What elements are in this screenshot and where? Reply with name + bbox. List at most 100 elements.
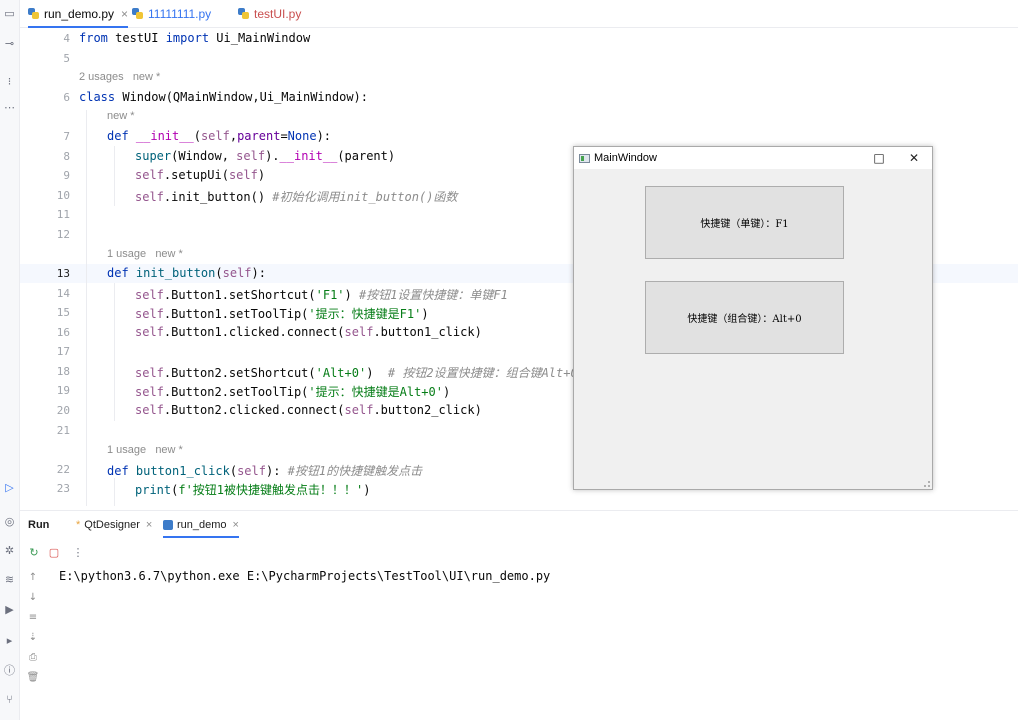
tab-label: run_demo.py xyxy=(44,6,115,21)
run-icon[interactable]: ▷ xyxy=(2,480,17,495)
close-icon[interactable]: × xyxy=(146,519,152,531)
console-output-command: E:\python3.6.7\python.exe E:\PycharmProj… xyxy=(59,569,551,583)
tab-label: testUI.py xyxy=(254,6,302,21)
tab-11111111[interactable]: 11111111.py xyxy=(132,0,211,27)
tab-label: 11111111.py xyxy=(148,6,212,21)
folder-icon[interactable]: ▭ xyxy=(2,6,17,21)
code-token: ( xyxy=(193,129,201,143)
code-token: parent xyxy=(237,129,281,143)
code-token: ) xyxy=(363,483,371,497)
code-line-10: self.init_button() #初始化调用init_button()函数 xyxy=(135,188,457,205)
resize-grip-icon[interactable] xyxy=(924,481,930,487)
window-title-bar[interactable]: MainWindow □ ✕ xyxy=(574,147,932,169)
code-token: self xyxy=(200,129,230,143)
scroll-up-icon[interactable]: ↑ xyxy=(26,570,40,584)
code-token: self xyxy=(135,168,164,182)
git-icon[interactable]: ⑂ xyxy=(2,692,17,707)
code-token: init_button xyxy=(135,266,216,280)
code-token: '提示：快捷键是Alt+0' xyxy=(308,385,443,399)
python-file-icon xyxy=(132,8,143,19)
shortcut-f1-button[interactable]: 快捷键（单键）：F1 xyxy=(645,186,844,259)
editor-tab-bar: run_demo.py × 11111111.py testUI.py xyxy=(20,0,1018,28)
soft-wrap-icon[interactable]: ≡ xyxy=(26,610,40,624)
shortcut-alt0-button[interactable]: 快捷键（组合键）：Alt+0 xyxy=(645,281,844,354)
line-number: 22 xyxy=(56,463,70,476)
minimize-icon[interactable] xyxy=(826,147,860,169)
python-file-icon xyxy=(163,519,173,530)
code-token: __init__ xyxy=(279,149,338,163)
python-file-icon xyxy=(238,8,249,19)
terminal-icon[interactable]: ▸ xyxy=(2,633,17,648)
debug-icon[interactable]: ✲ xyxy=(2,543,17,558)
services-icon[interactable]: ▶ xyxy=(2,602,17,617)
usage-hint[interactable]: 2 usages new * xyxy=(79,71,160,83)
code-comment: #按钮1设置快捷键：单键F1 xyxy=(358,288,508,302)
code-token: self xyxy=(135,307,164,321)
code-token: super xyxy=(135,149,172,163)
console-side-toolbar: ↑ ↓ ≡ ⇣ ⎙ 🗑 xyxy=(20,568,46,720)
layers-icon[interactable]: ≋ xyxy=(2,572,17,587)
code-comment: #初始化调用init_button()函数 xyxy=(272,190,458,204)
code-token: ): xyxy=(316,129,332,143)
run-toolbar: ↻ ▢ ⋮ xyxy=(20,538,1018,566)
code-line-22: def button1_click(self): #按钮1的快捷键触发点击 xyxy=(107,462,422,479)
qt-main-window[interactable]: MainWindow □ ✕ 快捷键（单键）：F1 快捷键（组合键）：Alt+0 xyxy=(573,146,933,490)
close-icon[interactable]: × xyxy=(121,7,128,21)
line-number: 13 xyxy=(56,267,70,280)
line-number: 19 xyxy=(56,384,70,397)
code-token: .Button1.clicked.connect( xyxy=(163,325,345,339)
bookmark-icon[interactable]: ⋯ xyxy=(2,100,17,115)
code-line-7: def __init__(self,parent=None): xyxy=(107,129,331,143)
code-line-16: self.Button1.clicked.connect(self.button… xyxy=(135,325,482,339)
structure-icon[interactable]: ⁝ xyxy=(2,74,17,89)
code-token: from xyxy=(79,31,108,45)
code-token: print xyxy=(135,483,172,497)
line-number: 12 xyxy=(56,228,70,241)
code-line-20: self.Button2.clicked.connect(self.button… xyxy=(135,403,482,417)
run-tool-window-tabs: Run * QtDesigner × run_demo × xyxy=(20,510,1018,538)
close-icon[interactable]: × xyxy=(233,519,239,531)
scroll-to-end-icon[interactable]: ⇣ xyxy=(26,630,40,644)
tab-testui[interactable]: testUI.py xyxy=(238,0,301,27)
code-token: self xyxy=(135,385,164,399)
maximize-icon[interactable]: □ xyxy=(862,147,896,169)
code-token: def xyxy=(107,266,136,280)
line-number: 11 xyxy=(56,208,70,221)
code-token: testUI xyxy=(107,31,166,45)
code-token: (parent) xyxy=(337,149,396,163)
code-token: ( xyxy=(229,464,238,478)
code-token: Ui_MainWindow xyxy=(209,31,311,45)
code-token: __init__ xyxy=(135,129,194,143)
stop-icon[interactable]: ▢ xyxy=(46,544,62,560)
more-options-icon[interactable]: ⋮ xyxy=(70,544,86,560)
code-token: .Button1.setToolTip( xyxy=(163,307,309,321)
app-window-icon xyxy=(579,154,590,163)
code-line-13: def init_button(self): xyxy=(107,266,266,280)
tab-run-demo-console[interactable]: run_demo × xyxy=(163,511,239,538)
indent-guide xyxy=(114,146,115,206)
line-number-gutter: 4 5 6 7 8 9 10 11 12 13 14 15 16 17 18 1… xyxy=(20,28,74,506)
trash-icon[interactable]: 🗑 xyxy=(26,670,40,684)
code-token: None xyxy=(287,129,317,143)
problems-icon[interactable]: ⓘ xyxy=(2,662,17,677)
scroll-down-icon[interactable]: ↓ xyxy=(26,590,40,604)
code-line-9: self.setupUi(self) xyxy=(135,168,265,182)
code-token: self xyxy=(135,366,164,380)
python-packages-icon[interactable]: ◎ xyxy=(2,514,17,529)
print-icon[interactable]: ⎙ xyxy=(26,650,40,664)
window-title: MainWindow xyxy=(594,152,657,164)
rerun-icon[interactable]: ↻ xyxy=(26,544,42,560)
commit-icon[interactable]: ⊸ xyxy=(2,36,17,51)
code-token: .Button2.clicked.connect( xyxy=(163,403,345,417)
line-number: 4 xyxy=(63,32,70,45)
close-icon[interactable]: ✕ xyxy=(897,147,931,169)
code-token: self xyxy=(344,403,374,417)
usage-hint[interactable]: new * xyxy=(107,110,135,122)
code-token: ) xyxy=(421,307,429,321)
tab-qtdesigner[interactable]: * QtDesigner × xyxy=(76,511,152,538)
code-token: ): xyxy=(251,266,266,280)
tab-run-demo[interactable]: run_demo.py × xyxy=(28,0,129,28)
usage-hint[interactable]: 1 usage new * xyxy=(107,248,183,260)
usage-hint[interactable]: 1 usage new * xyxy=(107,444,183,456)
code-token: self xyxy=(344,325,374,339)
